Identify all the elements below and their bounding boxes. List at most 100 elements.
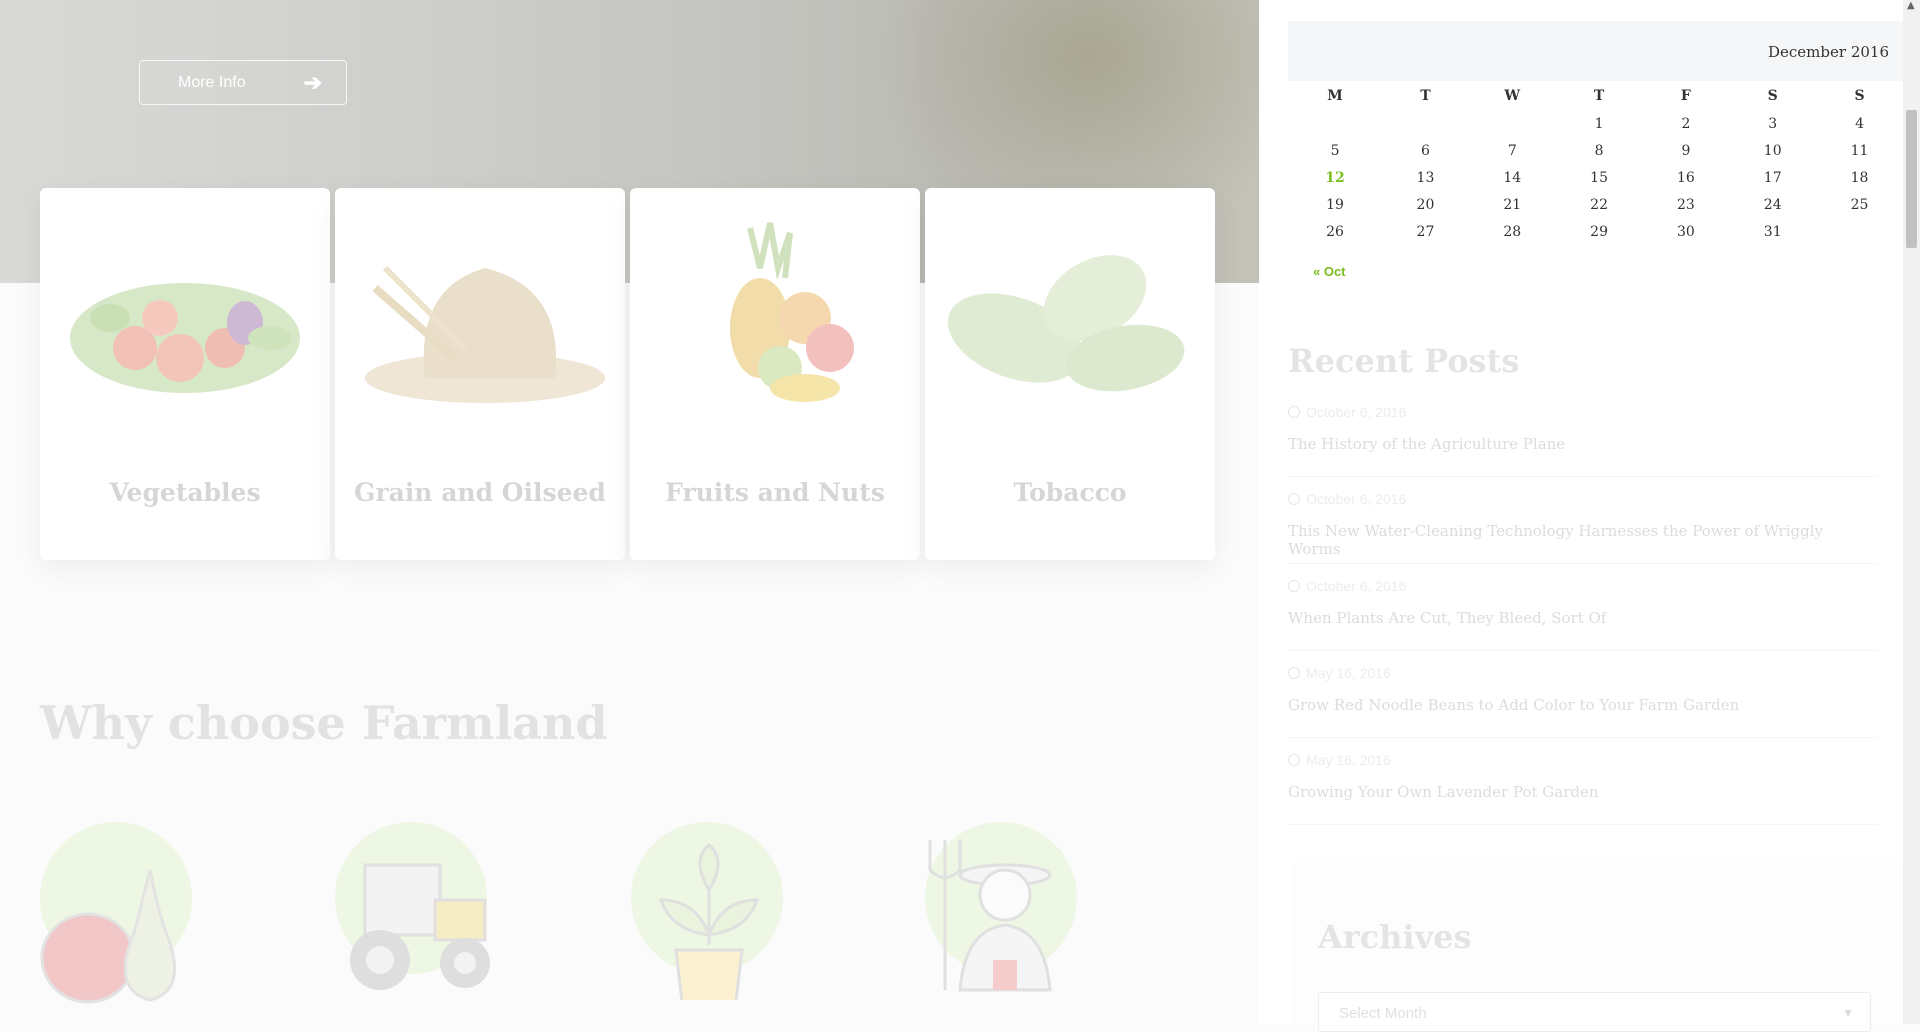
calendar-day: 11 (1850, 142, 1869, 159)
calendar-prev-link[interactable]: « Oct (1313, 264, 1346, 279)
archives-month-select[interactable]: Select Month ▼ (1318, 992, 1871, 1032)
calendar-empty-cell (1288, 110, 1382, 137)
clock-icon (1288, 493, 1300, 505)
calendar-day: 21 (1503, 196, 1522, 213)
divider (1288, 824, 1878, 825)
calendar-week-row: 5 6 7 8 9 10 11 (1288, 137, 1903, 164)
calendar-day: 1 (1594, 115, 1604, 132)
calendar-day: 13 (1416, 169, 1435, 186)
post-date: October 6, 2016 (1288, 404, 1878, 420)
calendar-day: 19 (1326, 196, 1344, 213)
fruits-image (730, 222, 854, 402)
post-date-text: May 16, 2016 (1306, 665, 1391, 681)
calendar-day: 15 (1590, 169, 1608, 186)
calendar-day: 26 (1326, 223, 1344, 240)
calendar-header: December 2016 (1288, 21, 1903, 81)
feature-plant (631, 820, 791, 1000)
tractor-icon (350, 863, 490, 990)
divider (1288, 476, 1878, 477)
clock-icon (1288, 580, 1300, 592)
weekday-header: M (1327, 87, 1343, 104)
scroll-up-arrow-icon[interactable]: ▲ (1907, 0, 1915, 11)
calendar-week-row: 19 20 21 22 23 24 25 (1288, 191, 1903, 218)
recent-post-item: May 16, 2016 Growing Your Own Lavender Po… (1288, 752, 1878, 825)
category-card-fruits[interactable]: Fruits and Nuts (630, 188, 920, 560)
more-info-label: More Info (178, 73, 246, 91)
calendar-day: 23 (1676, 196, 1695, 213)
weekday-header: T (1593, 87, 1605, 104)
clock-icon (1288, 754, 1300, 766)
post-title-link[interactable]: Grow Red Noodle Beans to Add Color to Yo… (1288, 696, 1878, 714)
weekday-header: S (1767, 87, 1778, 104)
vegetables-image (70, 283, 300, 393)
scrollbar-thumb[interactable] (1906, 110, 1917, 248)
divider (1288, 563, 1878, 564)
archives-title: Archives (1318, 918, 1472, 956)
calendar-day: 29 (1590, 223, 1608, 240)
calendar-day: 28 (1503, 223, 1522, 240)
category-card-tobacco[interactable]: Tobacco (925, 188, 1215, 560)
more-info-button[interactable]: More Info ➔ (139, 60, 347, 105)
divider (1288, 737, 1878, 738)
category-card-vegetables[interactable]: Vegetables (40, 188, 330, 560)
calendar-table: MTWTFSS 1 2 3 4 5 6 7 8 9 10 11 12 13 14 15 16 17 18 19 20 2… (1288, 81, 1903, 245)
post-title-link[interactable]: This New Water-Cleaning Technology Harne… (1288, 522, 1878, 558)
calendar-day: 24 (1763, 196, 1782, 213)
post-title-link[interactable]: When Plants Are Cut, They Bleed, Sort Of (1288, 609, 1878, 627)
category-title: Tobacco (1013, 478, 1127, 507)
calendar-day: 31 (1763, 223, 1782, 240)
calendar-empty-cell (1382, 110, 1469, 137)
calendar-day: 12 (1325, 169, 1345, 186)
post-date-text: October 6, 2016 (1306, 404, 1407, 420)
weekday-header: W (1504, 87, 1521, 104)
post-date: October 6, 2016 (1288, 578, 1878, 594)
arrow-right-icon: ➔ (303, 70, 322, 95)
post-date-text: October 6, 2016 (1306, 491, 1407, 507)
calendar-day: 14 (1503, 169, 1522, 186)
post-date: May 16, 2016 (1288, 665, 1878, 681)
scrollbar[interactable]: ▲ (1903, 0, 1920, 1024)
recent-post-item: October 6, 2016 This New Water-Cleaning T… (1288, 491, 1878, 564)
clock-icon (1288, 406, 1300, 418)
category-title: Grain and Oilseed (354, 478, 606, 507)
calendar-caption: December 2016 (1768, 43, 1889, 61)
post-title-link[interactable]: The History of the Agriculture Plane (1288, 435, 1878, 453)
category-title: Fruits and Nuts (665, 478, 885, 507)
calendar-day: 9 (1681, 142, 1691, 159)
calendar-day: 25 (1850, 196, 1869, 213)
recent-post-item: October 6, 2016 The History of the Agricu… (1288, 404, 1878, 477)
calendar-day: 30 (1676, 223, 1695, 240)
post-date-text: October 6, 2016 (1306, 578, 1407, 594)
calendar-day: 6 (1421, 142, 1430, 159)
archives-select-label: Select Month (1339, 1005, 1427, 1022)
calendar-day: 22 (1590, 196, 1608, 213)
calendar-day: 20 (1416, 196, 1435, 213)
calendar-week-row: 1 2 3 4 (1288, 110, 1903, 137)
potted-plant-icon (658, 843, 760, 1000)
post-date: May 16, 2016 (1288, 752, 1878, 768)
category-cards: Vegetables Grain and Oilseed Fruits and … (40, 188, 1215, 560)
why-choose-heading: Why choose Farmland (40, 696, 608, 750)
clock-icon (1288, 667, 1300, 679)
feature-tractor (335, 820, 495, 995)
weekday-header: T (1420, 87, 1431, 104)
apple-pear-icon (40, 869, 177, 1004)
feature-farmer (925, 820, 1085, 995)
weekday-header: F (1680, 87, 1691, 104)
calendar-day: 5 (1330, 142, 1340, 159)
category-card-grain[interactable]: Grain and Oilseed (335, 188, 625, 560)
calendar-empty-cell (1469, 110, 1556, 137)
calendar-day: 10 (1763, 142, 1782, 159)
calendar-day: 7 (1507, 142, 1517, 159)
recent-posts-title: Recent Posts (1288, 342, 1520, 380)
post-date-text: May 16, 2016 (1306, 752, 1391, 768)
recent-post-item: October 6, 2016 When Plants Are Cut, They… (1288, 578, 1878, 651)
post-title-link[interactable]: Growing Your Own Lavender Pot Garden (1288, 783, 1878, 801)
calendar-day: 4 (1855, 115, 1865, 132)
calendar-day: 2 (1681, 115, 1691, 132)
calendar-day: 27 (1416, 223, 1435, 240)
calendar-day: 8 (1594, 142, 1604, 159)
post-date: October 6, 2016 (1288, 491, 1878, 507)
chevron-down-icon: ▼ (1842, 1006, 1854, 1020)
calendar-week-row: 12 13 14 15 16 17 18 (1288, 164, 1903, 191)
